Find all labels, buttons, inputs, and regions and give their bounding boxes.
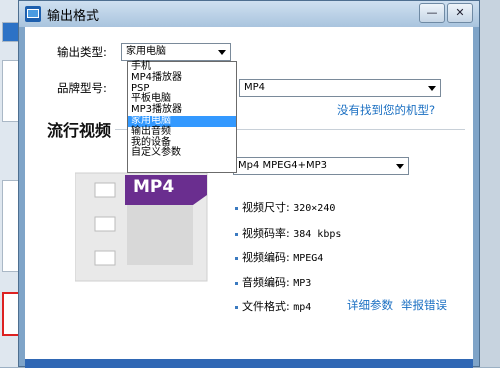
dropdown-option[interactable]: 输出音频 <box>128 126 236 138</box>
section-title: 流行视频 <box>47 121 112 140</box>
close-button[interactable]: ✕ <box>447 3 473 23</box>
output-type-label: 输出类型: <box>57 45 107 59</box>
format-value: Mp4 MPEG4+MP3 <box>238 160 328 171</box>
property-row: 音频编码: MP3 <box>235 274 311 290</box>
report-error-link[interactable]: 举报错误 <box>401 297 447 313</box>
output-format-dialog: 输出格式 — ✕ 输出类型: 家用电脑 品牌型号: MP4 没有找到您的机型? … <box>18 0 480 368</box>
background-app-right <box>478 0 500 367</box>
property-label: 视频尺寸: <box>242 201 290 214</box>
property-row: 视频码率: 384 kbps <box>235 225 341 241</box>
format-select[interactable]: Mp4 MPEG4+MP3 <box>233 157 409 175</box>
missing-model-link[interactable]: 没有找到您的机型? <box>337 102 435 118</box>
property-value: 384 kbps <box>293 229 342 240</box>
output-type-dropdown-list[interactable]: 手机 MP4播放器 PSP 平板电脑 MP3播放器 家用电脑 输出音频 我的设备… <box>127 61 237 173</box>
dropdown-option[interactable]: MP4播放器 <box>128 72 236 84</box>
output-type-value: 家用电脑 <box>126 46 166 57</box>
app-icon <box>25 6 41 22</box>
property-value: 320×240 <box>293 203 336 214</box>
brand-model-select[interactable]: MP4 <box>239 79 441 97</box>
property-label: 视频码率: <box>242 227 290 240</box>
brand-model-value: MP4 <box>244 82 266 93</box>
brand-model-label: 品牌型号: <box>57 81 107 95</box>
property-value: MPEG4 <box>293 253 324 264</box>
property-value: MP3 <box>293 278 312 289</box>
chevron-down-icon <box>218 50 226 55</box>
minimize-button[interactable]: — <box>419 3 445 23</box>
property-label: 文件格式: <box>242 300 290 313</box>
property-row: 视频尺寸: 320×240 <box>235 199 335 215</box>
dropdown-option[interactable]: 自定义参数 <box>128 148 236 159</box>
title-bar[interactable]: 输出格式 — ✕ <box>19 1 479 27</box>
property-row: 文件格式: mp4 <box>235 298 311 314</box>
dialog-content: 输出类型: 家用电脑 品牌型号: MP4 没有找到您的机型? 流行视频 Mp4 … <box>25 27 473 368</box>
property-label: 视频编码: <box>242 251 290 264</box>
details-link[interactable]: 详细参数 <box>347 297 393 313</box>
format-badge: MP4 <box>133 177 175 197</box>
chevron-down-icon <box>396 164 404 169</box>
property-value: mp4 <box>293 302 312 313</box>
chevron-down-icon <box>428 86 436 91</box>
output-type-select[interactable]: 家用电脑 <box>121 43 231 61</box>
property-row: 视频编码: MPEG4 <box>235 249 323 265</box>
property-label: 音频编码: <box>242 276 290 289</box>
window-title: 输出格式 <box>47 9 100 24</box>
